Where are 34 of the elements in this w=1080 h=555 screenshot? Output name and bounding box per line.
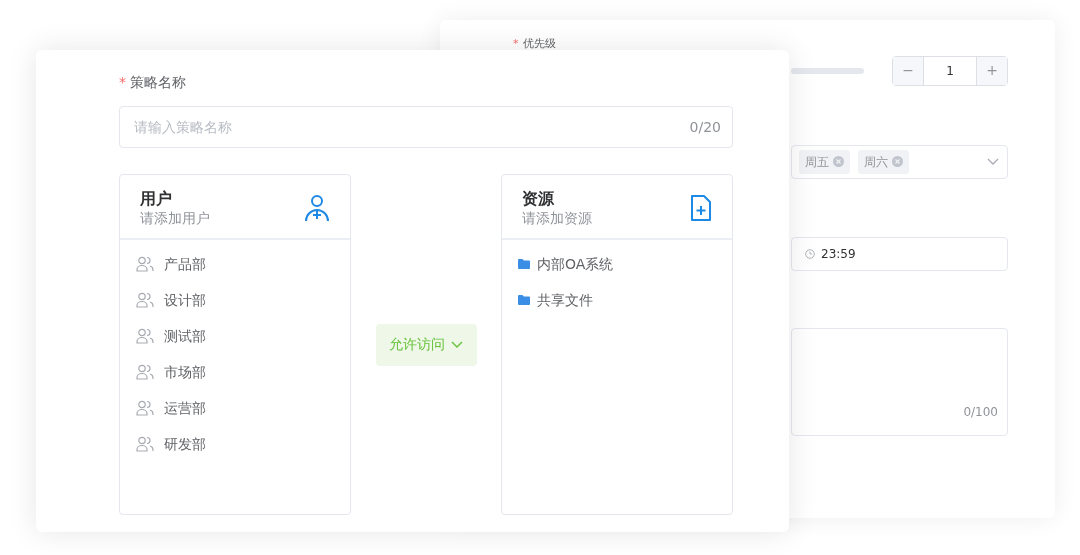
list-item[interactable]: 测试部 [120, 318, 350, 354]
panel-subtitle: 请添加用户 [140, 209, 210, 227]
character-counter: 0/20 [689, 118, 721, 137]
list-item[interactable]: 研发部 [120, 426, 350, 462]
group-icon [136, 364, 154, 380]
list-item[interactable]: 设计部 [120, 282, 350, 318]
slider-track[interactable] [791, 67, 864, 74]
list-item[interactable]: 内部OA系统 [502, 246, 732, 282]
list-item[interactable]: 运营部 [120, 390, 350, 426]
list-item[interactable]: 共享文件 [502, 282, 732, 318]
close-icon[interactable] [892, 156, 903, 167]
tag: 周五 [799, 149, 850, 174]
panel-title: 资源 [522, 189, 555, 209]
group-icon [136, 400, 154, 416]
chevron-down-icon [451, 340, 463, 349]
panel-title: 用户 [140, 189, 173, 209]
field-label: * 优先级 [513, 36, 556, 52]
add-file-icon[interactable] [690, 194, 712, 222]
group-icon [136, 328, 154, 344]
chevron-down-icon [987, 157, 999, 166]
field-label: * 策略名称 [119, 74, 186, 90]
group-icon [136, 436, 154, 452]
add-user-icon[interactable] [304, 194, 330, 222]
list-item[interactable]: 产品部 [120, 246, 350, 282]
group-icon [136, 292, 154, 308]
panel-subtitle: 请添加资源 [522, 209, 592, 227]
list-item[interactable]: 市场部 [120, 354, 350, 390]
time-field[interactable]: 23:59 [791, 236, 1008, 271]
clock-icon [805, 248, 815, 259]
folder-icon [518, 259, 530, 269]
folder-icon [518, 295, 530, 305]
group-icon [136, 256, 154, 272]
close-icon[interactable] [833, 156, 844, 167]
tag: 周六 [858, 149, 909, 174]
